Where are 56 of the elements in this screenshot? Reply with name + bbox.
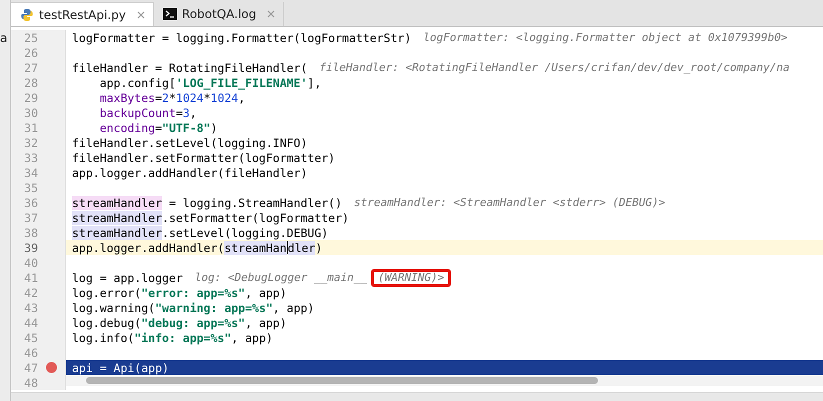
line-number: 45 <box>23 330 38 344</box>
line-number: 48 <box>23 376 38 390</box>
inline-value-hint: logFormatter: <logging.Formatter object at 0x1079399b0> <box>423 31 788 44</box>
breakpoint-icon[interactable] <box>46 362 56 373</box>
line-number: 35 <box>23 180 38 194</box>
line-number: 47 <box>23 360 38 374</box>
code-text: log.debug("debug: app=%s", app) <box>72 316 287 330</box>
close-icon[interactable] <box>267 10 276 18</box>
line-number: 39 <box>23 240 38 254</box>
line-number: 36 <box>23 196 38 210</box>
code-text: logFormatter = logging.Formatter(logFormatterStr) <box>72 30 412 44</box>
line-number: 30 <box>23 106 38 120</box>
line-number: 26 <box>23 46 38 60</box>
close-icon[interactable] <box>136 10 145 18</box>
line-number: 46 <box>23 346 38 360</box>
code-text: log.error("error: app=%s", app) <box>72 286 287 300</box>
code-text: fileHandler = RotatingFileHandler( <box>72 60 308 74</box>
code-text: app.logger.addHandler(fileHandler) <box>72 166 308 180</box>
code-text: log = app.logger <box>72 270 183 284</box>
file-tab[interactable]: testRestApi.py <box>11 2 154 26</box>
code-text: fileHandler.setLevel(logging.INFO) <box>72 136 308 150</box>
code-text: streamHandler = logging.StreamHandler() <box>72 196 342 210</box>
line-number: 25 <box>23 30 38 44</box>
line-number: 31 <box>23 120 38 134</box>
code-text: encoding="UTF-8") <box>100 120 218 134</box>
line-number: 27 <box>23 60 38 74</box>
line-number: 42 <box>23 286 38 300</box>
line-number: 43 <box>23 300 38 314</box>
inline-value-hint: streamHandler: <StreamHandler <stderr> (DEBUG)> <box>354 196 666 209</box>
line-number: 29 <box>23 90 38 104</box>
line-number: 40 <box>23 256 38 270</box>
code-text: app.logger.addHandler(streamHandler) <box>72 240 322 254</box>
line-number: 37 <box>23 210 38 224</box>
annotation-box: (WARNING)> <box>370 268 452 286</box>
python-file-icon <box>20 8 34 22</box>
code-text: backupCount=3, <box>100 106 197 120</box>
line-number: 32 <box>23 136 38 150</box>
code-text: api = Api(app) <box>72 360 169 374</box>
line-number: 38 <box>23 226 38 240</box>
code-text: log.info("info: app=%s", app) <box>72 330 273 344</box>
code-text: streamHandler.setLevel(logging.DEBUG) <box>72 226 328 240</box>
line-number: 44 <box>23 316 38 330</box>
line-number: 28 <box>23 76 38 90</box>
terminal-icon <box>162 8 177 20</box>
horizontal-scrollbar[interactable] <box>66 375 823 386</box>
line-number: 33 <box>23 150 38 164</box>
line-number: 34 <box>23 166 38 180</box>
code-text: fileHandler.setFormatter(logFormatter) <box>72 150 336 164</box>
code-text: app.config['LOG_FILE_FILENAME'], <box>100 76 322 90</box>
panel-text: a <box>0 31 8 45</box>
code-text: streamHandler.setFormatter(logFormatter) <box>72 210 349 224</box>
inline-value-hint: log: <DebugLogger __main__ <box>194 271 367 284</box>
line-number: 41 <box>23 270 38 284</box>
code-text: maxBytes=2*1024*1024, <box>100 90 246 104</box>
inline-value-hint: fileHandler: <RotatingFileHandler /Users/crifan/dev/dev_root/company/na <box>319 61 790 74</box>
code-text: log.warning("warning: app=%s", app) <box>72 300 314 314</box>
